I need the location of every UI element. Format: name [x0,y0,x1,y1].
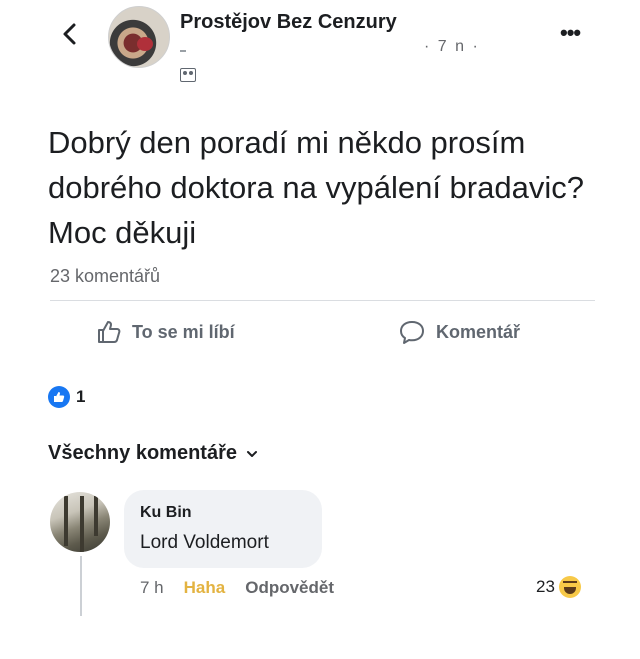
divider [50,300,595,301]
comments-filter-dropdown[interactable]: Všechny komentáře [48,442,259,465]
comment-bubble: Ku Bin Lord Voldemort [124,490,322,568]
reply-button[interactable]: Odpovědět [245,578,334,598]
comment-time: 7 h [140,578,164,597]
group-avatar[interactable] [108,6,170,68]
like-button[interactable]: To se mi líbí [96,318,235,346]
comment-reactions[interactable]: 23 [536,576,581,598]
comments-filter-label: Všechny komentáře [48,442,237,464]
haha-reaction-icon [558,576,581,598]
comment-text: Lord Voldemort [140,532,269,553]
chevron-left-icon [63,23,76,45]
comment-reaction-count: 23 [536,577,555,596]
comment-reaction-button[interactable]: Haha [184,578,226,598]
chevron-down-icon [246,450,257,457]
post-timestamp: · 7 n · [424,38,480,55]
comment-count[interactable]: 23 komentářů [50,266,160,287]
more-options-button[interactable]: ••• [560,20,581,46]
reaction-count: 1 [76,387,86,406]
page-name[interactable]: Prostějov Bez Cenzury [180,11,397,34]
group-members-icon [180,68,196,82]
reactions-summary[interactable]: 1 [48,386,85,408]
thumbs-up-icon [98,321,121,343]
back-button[interactable] [56,20,84,48]
like-label: To se mi líbí [132,321,235,342]
thread-line [80,556,82,616]
post-header: Prostějov Bez Cenzury · 7 n · ••• [0,0,640,100]
comment-bubble-icon [400,321,424,344]
comment-label: Komentář [436,321,521,342]
like-reaction-icon [48,386,70,408]
post-text: Dobrý den poradí mi někdo prosím dobrého… [48,125,584,250]
commenter-avatar[interactable] [50,492,110,552]
comment-button[interactable]: Komentář [398,318,520,346]
comment-actions: 7 h Haha Odpovědět [140,578,334,598]
meta-dash [180,50,186,52]
comment-author[interactable]: Ku Bin [140,504,306,522]
